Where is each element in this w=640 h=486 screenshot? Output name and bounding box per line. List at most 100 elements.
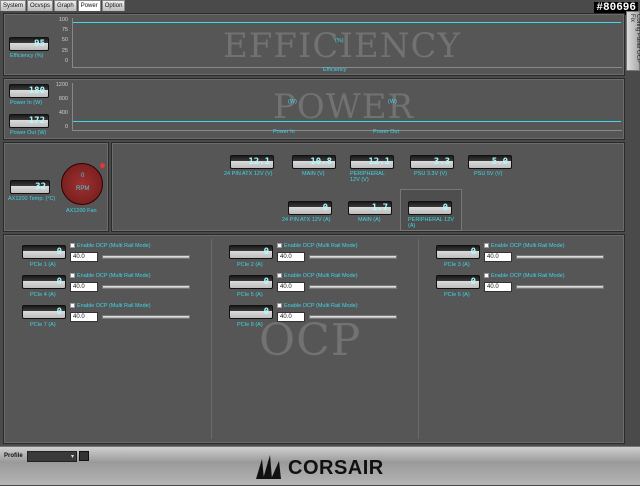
ocp-enable-label: Enable OCP (Multi Rail Mode) bbox=[77, 303, 151, 309]
ocp-rail-label: PCIe 1 (A) bbox=[30, 262, 56, 268]
y-tick: 100 bbox=[58, 17, 68, 23]
ocp-enable-checkbox[interactable] bbox=[484, 243, 489, 249]
ocp-divider bbox=[211, 239, 212, 439]
ocp-rail: 0 PCIe 3 (A) Enable OCP (Multi Rail Mode) 4… bbox=[436, 243, 616, 271]
side-config-tab[interactable]: Config Panel OCP Fix bbox=[626, 11, 640, 71]
power-line bbox=[73, 121, 621, 122]
y-tick: 400 bbox=[58, 110, 68, 116]
ocp-limit-slider[interactable] bbox=[102, 285, 190, 289]
ocp-readout: 0 bbox=[229, 245, 273, 259]
power-out-label: Power Out (W) bbox=[10, 130, 47, 136]
ocp-rail: 0 PCIe 6 (A) Enable OCP (Multi Rail Mode) 4… bbox=[436, 273, 616, 301]
y-tick: 0 bbox=[64, 58, 68, 64]
ocp-readout: 0 bbox=[436, 275, 480, 289]
ocp-limit-slider[interactable] bbox=[309, 315, 397, 319]
amp-peripheral-label: PERIPHERAL 12V (A) bbox=[408, 217, 454, 229]
ocp-limit-input[interactable]: 40.0 bbox=[484, 252, 512, 262]
ocp-enable-label: Enable OCP (Multi Rail Mode) bbox=[284, 273, 358, 279]
profile-label: Profile bbox=[4, 453, 23, 459]
ocp-enable[interactable]: Enable OCP (Multi Rail Mode) bbox=[277, 303, 358, 309]
ocp-readout: 0 bbox=[436, 245, 480, 259]
y-tick: 0 bbox=[64, 124, 68, 130]
volt-33-label: PSU 3.3V (V) bbox=[414, 171, 448, 177]
save-profile-icon[interactable] bbox=[79, 451, 89, 461]
ocp-enable-checkbox[interactable] bbox=[277, 273, 282, 279]
ocp-rail: 0 PCIe 1 (A) Enable OCP (Multi Rail Mode) 4… bbox=[22, 243, 202, 271]
ocp-readout: 0 bbox=[22, 275, 66, 289]
ocp-limit-slider[interactable] bbox=[309, 285, 397, 289]
ocp-enable-checkbox[interactable] bbox=[277, 303, 282, 309]
power-in-unit: (W) bbox=[288, 99, 297, 105]
ocp-limit-slider[interactable] bbox=[516, 255, 604, 259]
power-out-readout: 172 bbox=[9, 114, 49, 128]
efficiency-readout: 95 bbox=[9, 37, 49, 51]
power-out-legend: Power Out bbox=[373, 129, 399, 135]
volt-main-readout: 10.8 bbox=[292, 155, 336, 169]
efficiency-legend: Efficiency bbox=[323, 67, 347, 73]
volt-5-readout: 5.0 bbox=[468, 155, 512, 169]
ocp-limit-input[interactable]: 40.0 bbox=[70, 252, 98, 262]
tab-ocvsps[interactable]: Ocvsps bbox=[27, 0, 54, 11]
tab-power[interactable]: Power bbox=[77, 0, 101, 11]
ocp-enable-checkbox[interactable] bbox=[70, 243, 75, 249]
tab-bar: System Ocvsps Graph Power Option bbox=[0, 0, 126, 11]
amp-main-readout: 1.7 bbox=[348, 201, 392, 215]
y-tick: 25 bbox=[61, 48, 68, 54]
volt-peripheral-readout: 12.1 bbox=[350, 155, 394, 169]
ocp-rail: 0 PCIe 7 (A) Enable OCP (Multi Rail Mode) 4… bbox=[22, 303, 202, 331]
temp-readout: 32 bbox=[10, 180, 50, 194]
ocp-enable[interactable]: Enable OCP (Multi Rail Mode) bbox=[277, 243, 358, 249]
fan-panel: 32 AX1200 Temp. (°C) 0 RPM AX1200 Fan bbox=[3, 142, 109, 232]
ocp-readout: 0 bbox=[229, 275, 273, 289]
volt-peripheral-label: PERIPHERAL 12V (V) bbox=[350, 171, 385, 183]
profile-select[interactable]: ▾ bbox=[27, 451, 77, 462]
ocp-enable-label: Enable OCP (Multi Rail Mode) bbox=[491, 273, 565, 279]
ocp-limit-input[interactable]: 40.0 bbox=[277, 252, 305, 262]
ocp-limit-input[interactable]: 40.0 bbox=[277, 312, 305, 322]
fan-alert-icon bbox=[100, 163, 105, 168]
ocp-rail-label: PCIe 2 (A) bbox=[237, 262, 263, 268]
ocp-enable[interactable]: Enable OCP (Multi Rail Mode) bbox=[277, 273, 358, 279]
ocp-enable-label: Enable OCP (Multi Rail Mode) bbox=[284, 303, 358, 309]
ocp-rail-label: PCIe 7 (A) bbox=[30, 322, 56, 328]
ocp-enable-checkbox[interactable] bbox=[70, 303, 75, 309]
tab-graph[interactable]: Graph bbox=[54, 0, 77, 11]
rpm-label: RPM bbox=[76, 186, 90, 192]
ocp-limit-slider[interactable] bbox=[102, 255, 190, 259]
ocp-enable-checkbox[interactable] bbox=[484, 273, 489, 279]
ocp-enable-checkbox[interactable] bbox=[70, 273, 75, 279]
ocp-enable[interactable]: Enable OCP (Multi Rail Mode) bbox=[70, 243, 151, 249]
ocp-rail-label: PCIe 6 (A) bbox=[444, 292, 470, 298]
tab-system[interactable]: System bbox=[0, 0, 27, 11]
y-tick: 50 bbox=[61, 37, 68, 43]
power-in-legend: Power In bbox=[273, 129, 295, 135]
ocp-rail-label: PCIe 3 (A) bbox=[444, 262, 470, 268]
bottom-bar: Profile ▾ CORSAIR bbox=[0, 446, 640, 485]
ocp-limit-input[interactable]: 40.0 bbox=[70, 282, 98, 292]
ocp-readout: 0 bbox=[229, 305, 273, 319]
ocp-rail: 0 PCIe 4 (A) Enable OCP (Multi Rail Mode) 4… bbox=[22, 273, 202, 301]
ocp-limit-slider[interactable] bbox=[309, 255, 397, 259]
ocp-limit-input[interactable]: 40.0 bbox=[484, 282, 512, 292]
ocp-enable-label: Enable OCP (Multi Rail Mode) bbox=[491, 243, 565, 249]
corsair-sails-icon bbox=[254, 453, 284, 481]
volt-atx-label: 24 PIN ATX 12V (V) bbox=[224, 171, 273, 177]
ocp-enable[interactable]: Enable OCP (Multi Rail Mode) bbox=[70, 303, 151, 309]
ocp-readout: 0 bbox=[22, 305, 66, 319]
tab-options[interactable]: Option bbox=[101, 0, 126, 11]
efficiency-panel: 95 Efficiency (%) 100 75 50 25 0 EFFICIE… bbox=[3, 13, 625, 76]
efficiency-unit: (%) bbox=[335, 38, 344, 44]
side-tab-label: Config Panel OCP Fix bbox=[629, 14, 640, 63]
ocp-limit-input[interactable]: 40.0 bbox=[277, 282, 305, 292]
ocp-enable[interactable]: Enable OCP (Multi Rail Mode) bbox=[70, 273, 151, 279]
ocp-enable[interactable]: Enable OCP (Multi Rail Mode) bbox=[484, 243, 565, 249]
ocp-enable[interactable]: Enable OCP (Multi Rail Mode) bbox=[484, 273, 565, 279]
ocp-limit-slider[interactable] bbox=[516, 285, 604, 289]
ocp-limit-input[interactable]: 40.0 bbox=[70, 312, 98, 322]
amp-main-label: MAIN (A) bbox=[358, 217, 381, 223]
y-tick: 800 bbox=[58, 96, 68, 102]
ocp-rail: 0 PCIe 8 (A) Enable OCP (Multi Rail Mode) 4… bbox=[229, 303, 409, 331]
temp-label: AX1200 Temp. (°C) bbox=[8, 196, 56, 202]
ocp-enable-checkbox[interactable] bbox=[277, 243, 282, 249]
ocp-limit-slider[interactable] bbox=[102, 315, 190, 319]
